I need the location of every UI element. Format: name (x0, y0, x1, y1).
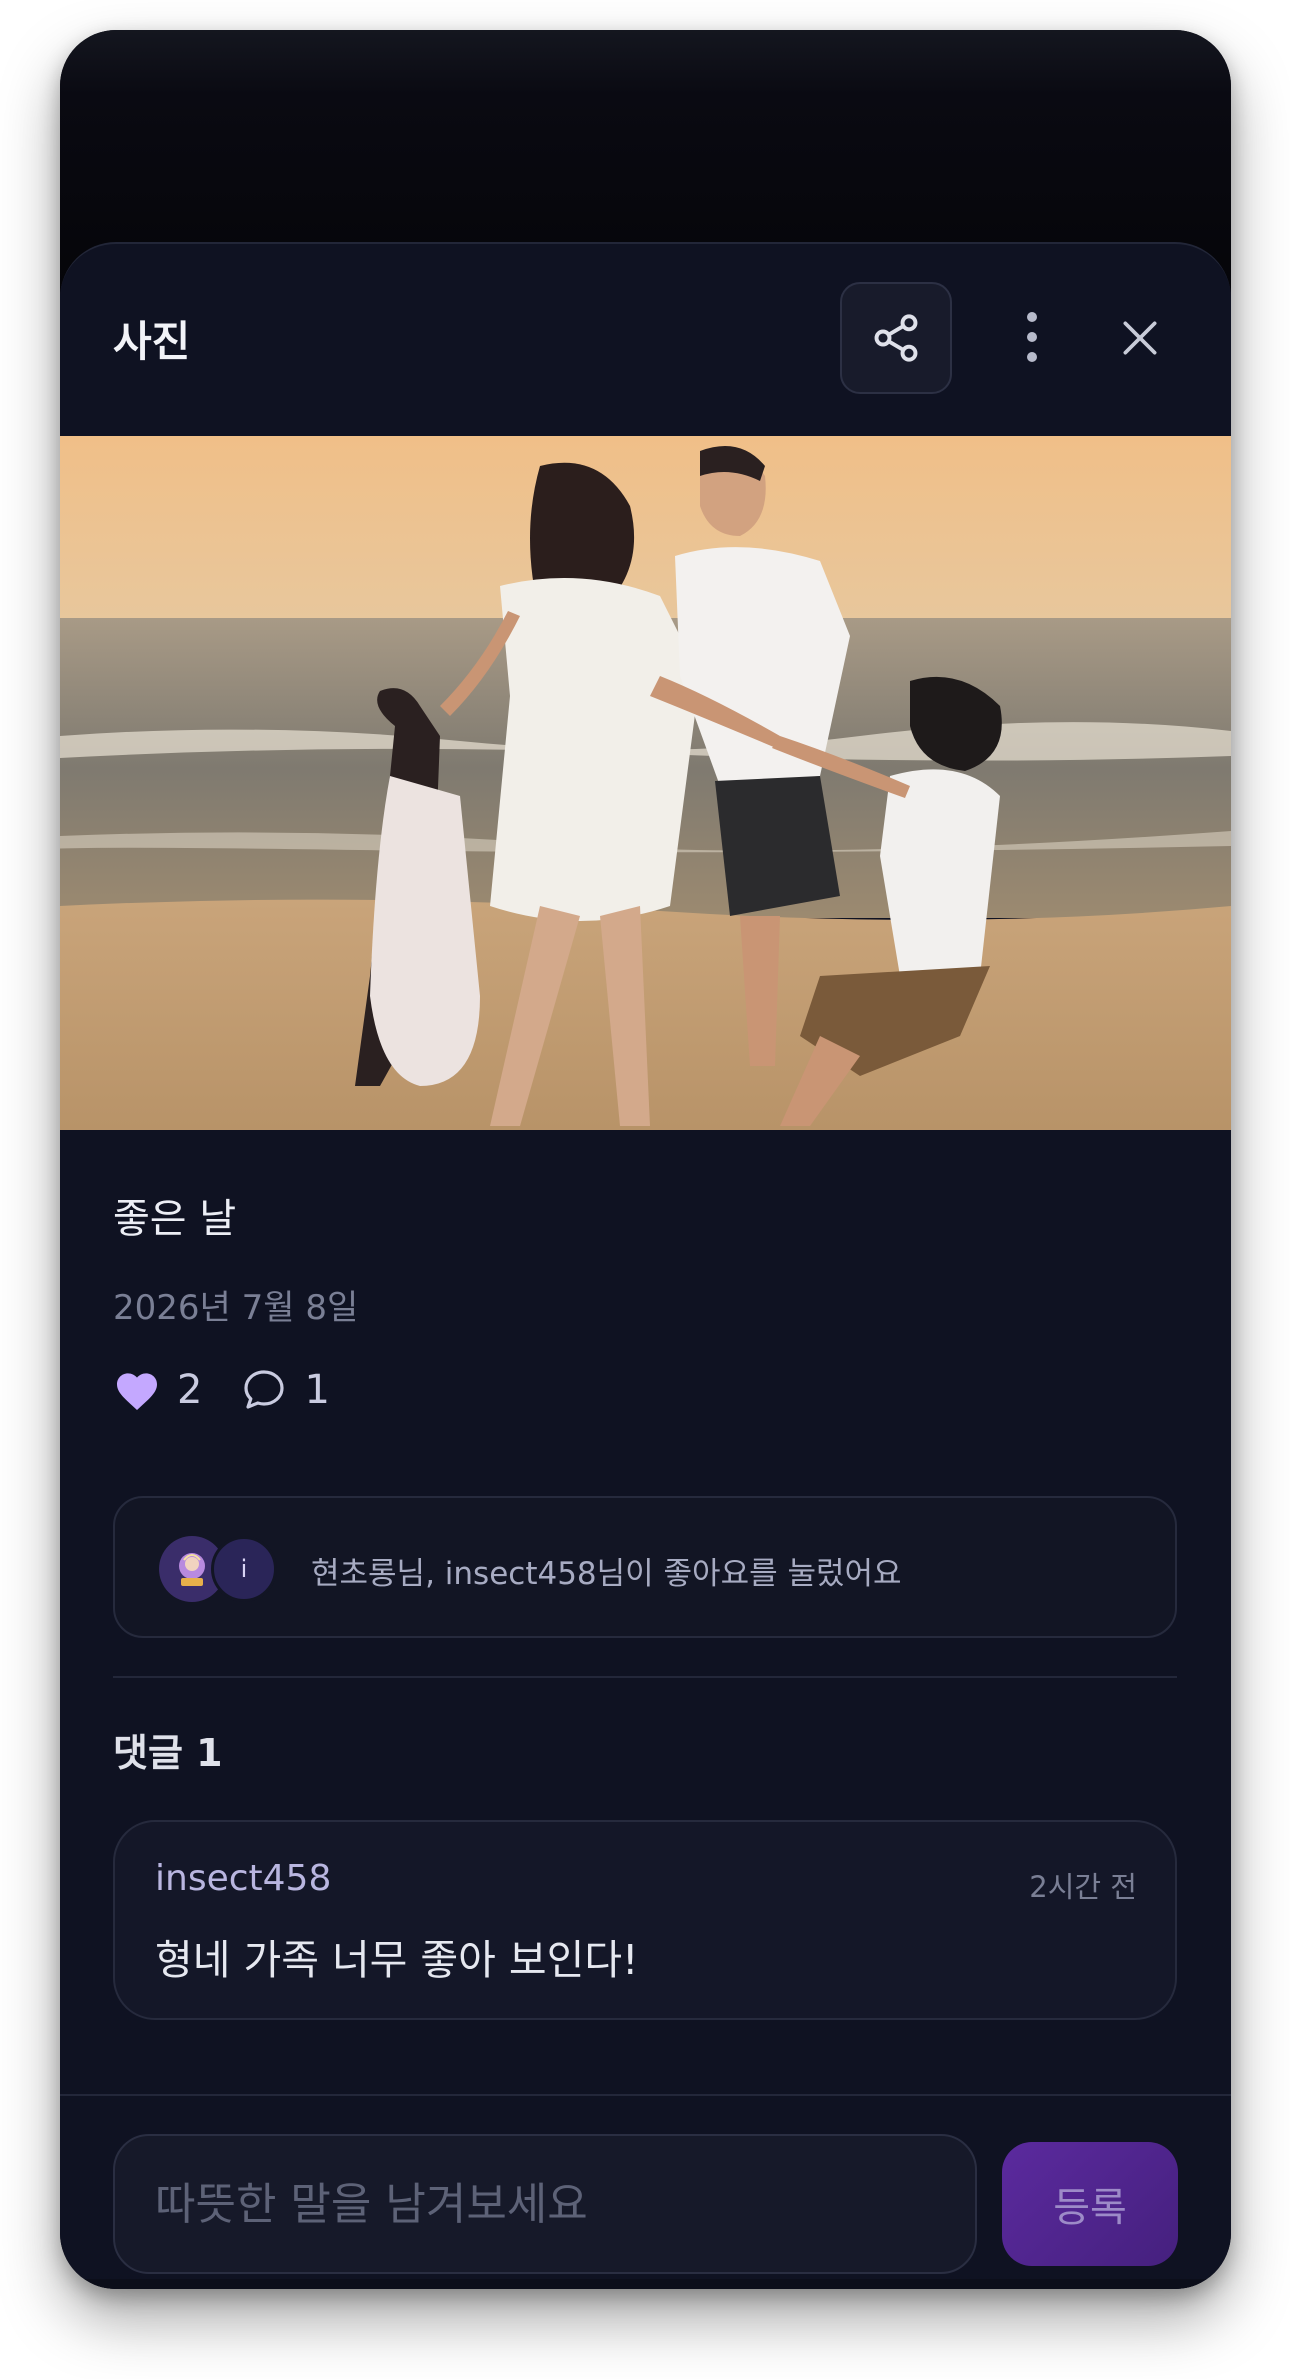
sheet-header: 사진 (60, 244, 1231, 436)
share-icon (874, 314, 918, 362)
comment-input[interactable] (113, 2134, 977, 2274)
submit-comment-button[interactable]: 등록 (1002, 2142, 1178, 2266)
close-icon (1123, 321, 1157, 355)
family-beach-photo (60, 436, 1231, 1130)
comments-heading: 댓글 1 (113, 1731, 223, 1775)
avatar-illustration-icon (179, 1553, 205, 1586)
comment-count: 1 (304, 1367, 330, 1413)
post-photo[interactable] (60, 436, 1231, 1130)
heart-icon (117, 1373, 157, 1410)
like-button[interactable]: 2 (113, 1367, 240, 1413)
share-button[interactable] (840, 282, 952, 394)
phone-frame: 사진 좋은 날 2026년 7월 8일 2 1 i 현초롱님, insect45… (60, 30, 1231, 2289)
comment-text: 형네 가족 너무 좋아 보인다! (155, 1936, 639, 1984)
more-vertical-icon (1027, 312, 1037, 362)
comment-timestamp: 2시간 전 (1029, 1870, 1137, 1904)
comment-button[interactable]: 1 (240, 1366, 367, 1414)
photo-detail-sheet: 사진 좋은 날 2026년 7월 8일 2 1 i 현초롱님, insect45… (60, 242, 1231, 2289)
divider (113, 1676, 1177, 1678)
like-count: 2 (177, 1367, 203, 1413)
close-button[interactable] (1102, 300, 1178, 376)
comment-bubble-icon (244, 1370, 285, 1409)
bottom-edge (60, 2279, 1231, 2289)
more-options-button[interactable] (1004, 304, 1060, 370)
comment-card: insect458 2시간 전 형네 가족 너무 좋아 보인다! (113, 1820, 1177, 2020)
likes-summary-text: 현초롱님, insect458님이 좋아요를 눌렀어요 (311, 1556, 902, 1592)
post-date: 2026년 7월 8일 (113, 1288, 359, 1328)
post-stats: 2 1 (113, 1362, 368, 1418)
comment-author[interactable]: insect458 (155, 1858, 331, 1899)
likes-summary[interactable]: i 현초롱님, insect458님이 좋아요를 눌렀어요 (113, 1496, 1177, 1638)
page-title: 사진 (113, 317, 191, 366)
avatar: i (211, 1536, 277, 1602)
composer-divider (60, 2094, 1231, 2096)
post-caption: 좋은 날 (113, 1196, 237, 1242)
